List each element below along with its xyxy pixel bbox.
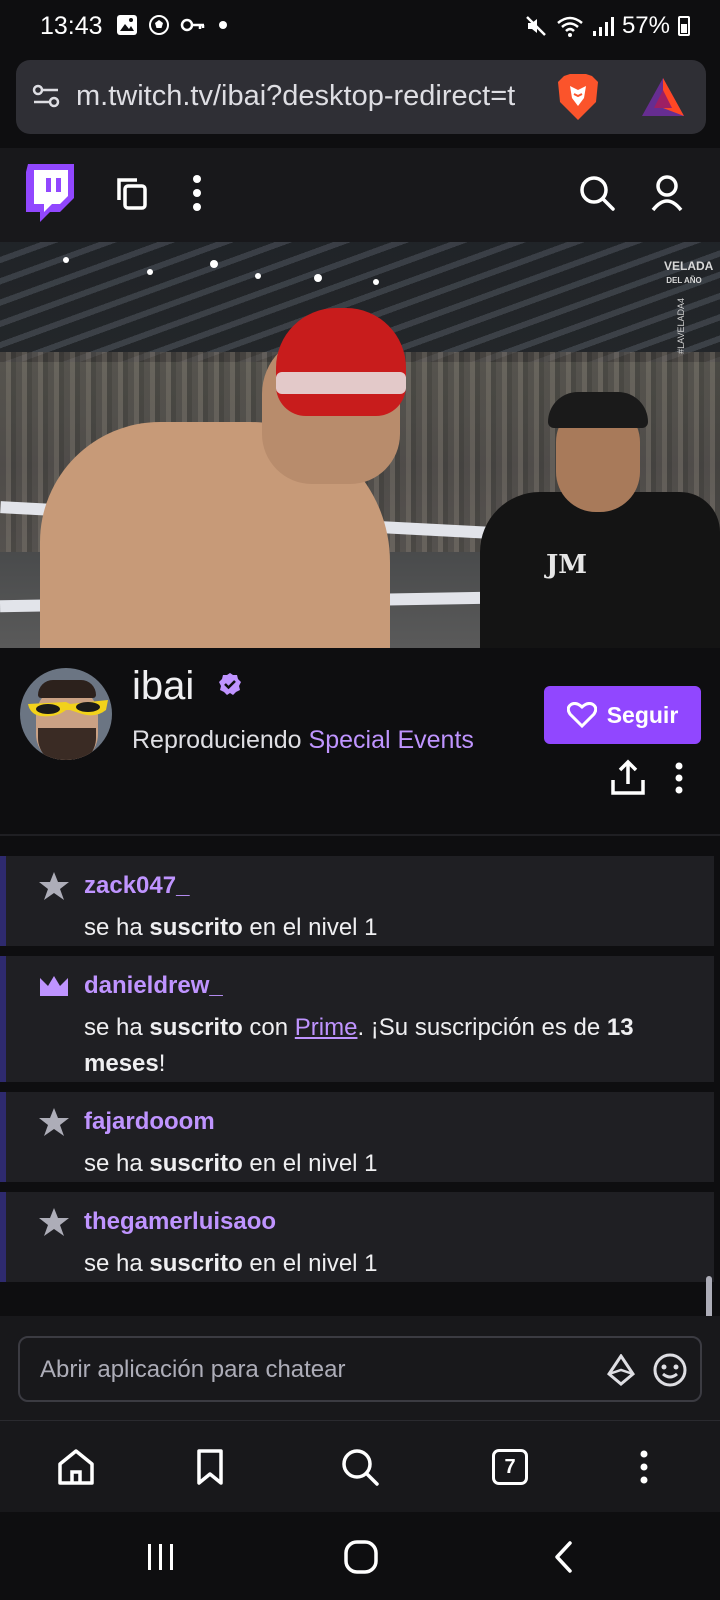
sunglasses-icon [28,700,108,717]
chat-message-text: se ha suscrito en el nivel 1 [84,1250,378,1277]
avatar[interactable] [20,668,112,760]
browser-search-button[interactable] [336,1443,384,1491]
watermark-title: VELADA [664,259,714,273]
image-icon [117,15,137,35]
key-icon [180,18,205,32]
copy-icon [117,178,147,210]
back-chevron-icon [555,1541,572,1573]
system-navigation-bar [0,1512,720,1600]
mute-icon [526,16,546,36]
subscription-message: danieldrew_ se ha suscrito con Prime. ¡S… [0,956,714,1082]
video-player[interactable]: JM VELADA DEL AÑO #LAVELADA4 [0,242,720,648]
status-bar: 13:43 57% [0,0,720,52]
event-hashtag: #LAVELADA4 [676,298,686,354]
subscription-message: fajardooom se ha suscrito en el nivel 1 [0,1092,714,1182]
chat-username[interactable]: thegamerluisaoo [84,1208,276,1236]
home-button[interactable] [52,1443,100,1491]
headgear [276,308,406,416]
browser-bottom-bar: 7 [0,1420,720,1512]
browse-button[interactable] [108,170,154,216]
soccer-ball-icon [149,15,169,35]
avatar-beard [38,728,96,760]
dot-icon [219,21,227,29]
site-settings-icon[interactable] [30,80,62,112]
avatar-hair [38,680,96,698]
chat-input-placeholder: Abrir aplicación para chatear [40,1356,346,1383]
recent-apps-button[interactable] [136,1532,186,1582]
star-icon [39,1208,69,1236]
share-icon[interactable] [608,758,648,798]
coach-body [480,492,720,648]
shirt-logo: JM [546,550,588,580]
chat-username[interactable]: fajardooom [84,1108,215,1136]
bookmarks-button[interactable] [186,1443,234,1491]
chat-username[interactable]: danieldrew_ [84,972,223,1000]
event-watermark: VELADA DEL AÑO [664,260,713,287]
user-icon [651,175,683,212]
brave-shields-icon[interactable] [556,72,600,122]
brave-rewards-icon[interactable] [640,76,686,118]
bits-icon[interactable] [606,1354,636,1386]
twitch-logo-icon[interactable] [22,164,76,224]
chat-message-text: se ha suscrito en el nivel 1 [84,914,378,941]
more-vertical-icon [640,1450,648,1484]
star-icon [39,1108,69,1136]
follow-button[interactable]: Seguir [544,686,701,744]
address-bar[interactable]: m.twitch.tv/ibai?desktop-redirect=t [16,60,706,134]
system-indicators: 57% [524,12,690,40]
emote-icon[interactable] [652,1352,688,1388]
subscription-message: thegamerluisaoo se ha suscrito en el niv… [0,1192,714,1282]
recent-apps-icon [148,1544,173,1570]
status-time: 13:43 [40,12,103,40]
channel-info: ibai Reproduciendo Special Events Seguir [0,648,720,834]
browser-menu-button[interactable] [620,1443,668,1491]
chat-input[interactable]: Abrir aplicación para chatear [18,1336,702,1402]
wifi-icon [557,16,583,37]
subscription-message: zack047_ se ha suscrito en el nivel 1 [0,856,714,946]
back-button[interactable] [538,1532,588,1582]
now-playing: Reproduciendo Special Events [132,726,474,755]
chat-message-text: se ha suscrito en el nivel 1 [84,1150,378,1177]
more-vertical-icon [193,175,201,211]
verified-badge-icon [219,673,241,695]
chat-input-area: Abrir aplicación para chatear [0,1316,720,1420]
header-more-button[interactable] [174,170,220,216]
home-icon [58,1449,94,1485]
tabs-button[interactable]: 7 [486,1443,534,1491]
search-icon [580,176,615,211]
coach-cap [548,392,648,428]
user-menu-button[interactable] [644,170,690,216]
follow-label: Seguir [606,701,679,728]
playing-prefix: Reproduciendo [132,726,302,754]
url-text[interactable]: m.twitch.tv/ibai?desktop-redirect=t [76,80,554,113]
headgear-band [276,372,406,394]
battery-icon [678,16,690,36]
channel-name[interactable]: ibai [132,664,194,709]
chat-username[interactable]: zack047_ [84,872,189,900]
watermark-subtitle: DEL AÑO [666,276,702,285]
chat-scrollbar[interactable] [706,1276,712,1320]
chat-panel[interactable]: zack047_ se ha suscrito en el nivel 1 da… [0,834,720,1320]
chat-message-text: se ha suscrito con Prime. ¡Su suscripció… [84,1014,634,1077]
search-icon [342,1449,379,1486]
category-link[interactable]: Special Events [309,726,474,754]
twitch-header [0,148,720,242]
crown-icon [40,976,68,996]
browser-toolbar: m.twitch.tv/ibai?desktop-redirect=t [0,52,720,148]
star-icon [39,872,69,900]
search-button[interactable] [574,170,620,216]
home-system-button[interactable] [336,1532,386,1582]
heart-icon [566,702,597,728]
signal-icon [592,17,614,36]
bookmark-icon [197,1449,223,1485]
home-circle-icon [344,1540,378,1574]
prime-link[interactable]: Prime [295,1014,358,1041]
battery-percent: 57% [621,12,670,39]
more-options-icon[interactable] [664,758,694,798]
notification-icons [116,14,230,36]
tab-count: 7 [492,1449,528,1485]
